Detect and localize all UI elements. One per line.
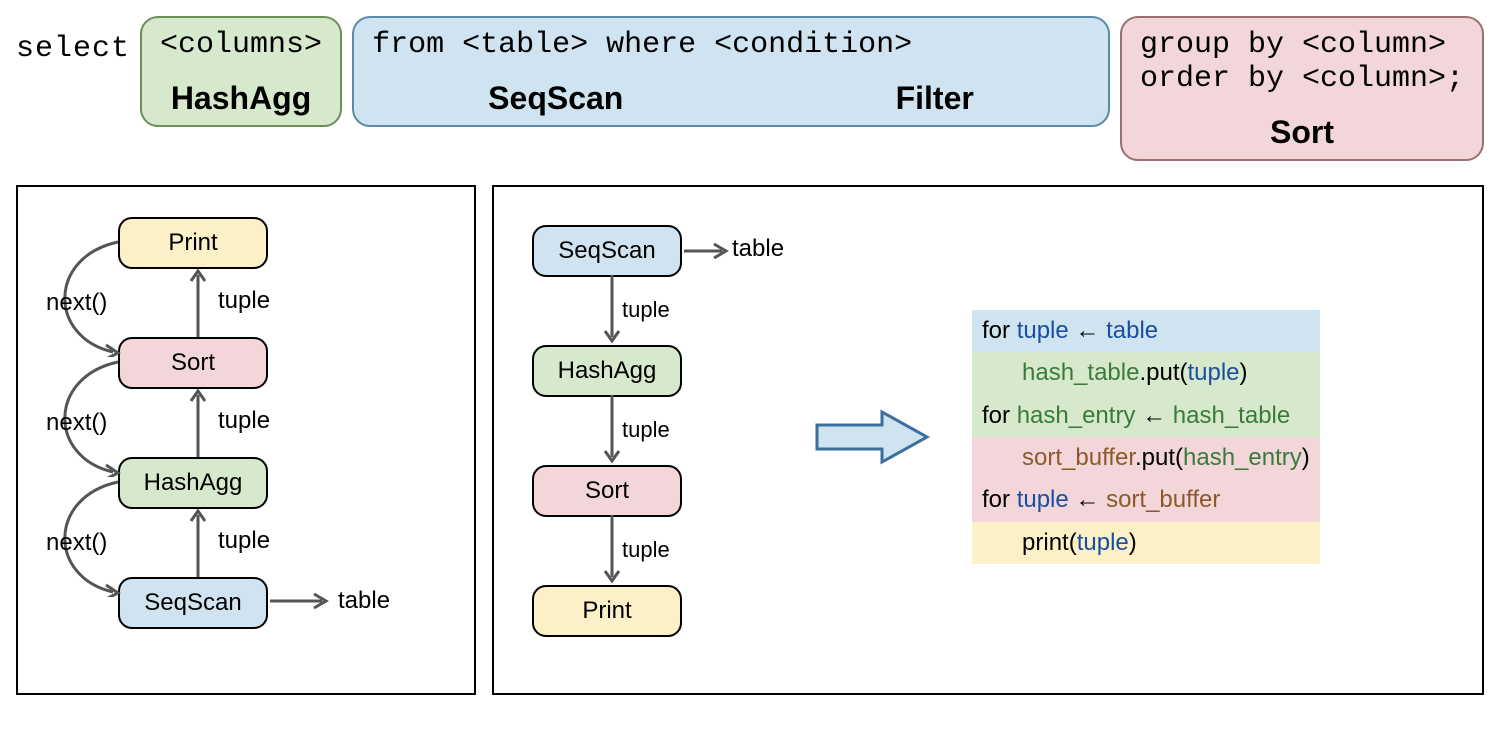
stage-sort: Sort bbox=[532, 465, 682, 517]
next-label: next() bbox=[46, 409, 107, 437]
table-label: table bbox=[338, 587, 390, 615]
tuple-label: tuple bbox=[218, 287, 270, 315]
stage-hashagg: HashAgg bbox=[118, 457, 268, 509]
sql-sort-box: group by <column> order by <column>; Sor… bbox=[1120, 16, 1484, 161]
tuple-label: tuple bbox=[622, 417, 670, 443]
sql-from-box: from <table> where <condition> SeqScan F… bbox=[352, 16, 1110, 127]
pseudo-line: for hash_entry ← hash_table bbox=[972, 395, 1320, 437]
tuple-label: tuple bbox=[622, 297, 670, 323]
stage-sort: Sort bbox=[118, 337, 268, 389]
arrow-down-icon bbox=[602, 275, 622, 345]
stage-hashagg: HashAgg bbox=[532, 345, 682, 397]
sql-groupby-text: group by <column> bbox=[1140, 28, 1464, 62]
iterator-panel: Print Sort HashAgg SeqScan next() next() bbox=[16, 185, 476, 695]
arrow-right-icon bbox=[684, 241, 730, 261]
next-label: next() bbox=[46, 529, 107, 557]
pseudo-line: for tuple ← table bbox=[972, 310, 1320, 352]
sql-columns-box: <columns> HashAgg bbox=[140, 16, 342, 127]
hashagg-label: HashAgg bbox=[171, 80, 311, 117]
pseudo-line: sort_buffer.put(hash_entry) bbox=[972, 437, 1320, 479]
stage-print: Print bbox=[532, 585, 682, 637]
sql-from-text: from <table> where <condition> bbox=[372, 28, 1090, 62]
stage-seqscan: SeqScan bbox=[532, 225, 682, 277]
arrow-down-icon bbox=[602, 515, 622, 585]
big-arrow-icon bbox=[812, 407, 932, 467]
stage-seqscan: SeqScan bbox=[118, 577, 268, 629]
tuple-label: tuple bbox=[218, 407, 270, 435]
select-keyword: select bbox=[16, 16, 130, 66]
pseudocode: for tuple ← table hash_table.put(tuple) … bbox=[972, 310, 1320, 564]
seqscan-label: SeqScan bbox=[488, 80, 623, 117]
arrow-right-icon bbox=[270, 591, 330, 611]
sql-orderby-text: order by <column>; bbox=[1140, 62, 1464, 96]
arrow-up-icon bbox=[188, 507, 208, 577]
pipeline-column: SeqScan HashAgg Sort Print tuple tuple t… bbox=[512, 205, 772, 669]
pipeline-panel: SeqScan HashAgg Sort Print tuple tuple t… bbox=[492, 185, 1484, 695]
pseudo-line: print(tuple) bbox=[972, 522, 1320, 564]
pseudo-line: hash_table.put(tuple) bbox=[972, 352, 1320, 394]
tuple-label: tuple bbox=[218, 527, 270, 555]
sql-row: select <columns> HashAgg from <table> wh… bbox=[16, 16, 1484, 161]
filter-label: Filter bbox=[896, 80, 974, 117]
stage-print: Print bbox=[118, 217, 268, 269]
sql-columns-text: <columns> bbox=[160, 28, 322, 62]
arrow-up-icon bbox=[188, 267, 208, 337]
next-label: next() bbox=[46, 289, 107, 317]
arrow-down-icon bbox=[602, 395, 622, 465]
table-label: table bbox=[732, 235, 784, 263]
pseudo-line: for tuple ← sort_buffer bbox=[972, 479, 1320, 521]
arrow-up-icon bbox=[188, 387, 208, 457]
tuple-label: tuple bbox=[622, 537, 670, 563]
sort-label: Sort bbox=[1270, 114, 1334, 151]
panels-row: Print Sort HashAgg SeqScan next() next() bbox=[16, 185, 1484, 695]
